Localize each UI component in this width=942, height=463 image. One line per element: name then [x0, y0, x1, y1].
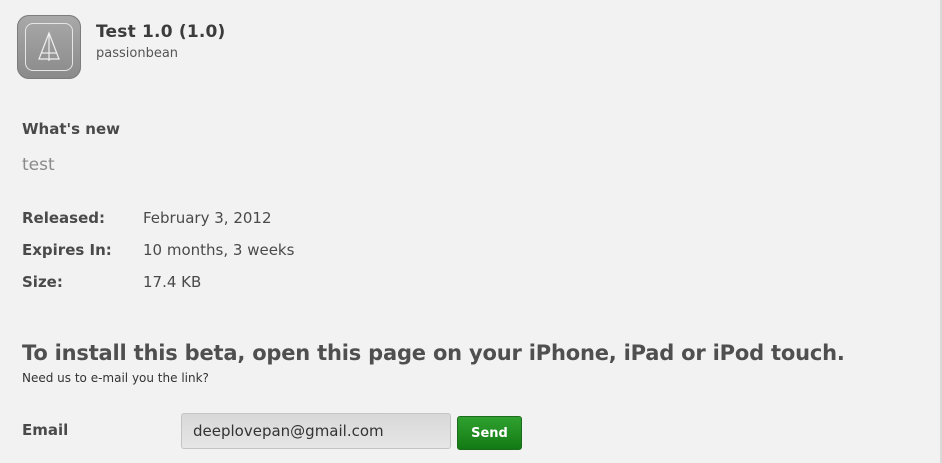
whats-new-text: test — [22, 155, 55, 175]
tent-icon — [38, 31, 60, 61]
released-value: February 3, 2012 — [143, 209, 272, 227]
email-field[interactable] — [181, 413, 451, 449]
email-link-prompt: Need us to e-mail you the link? — [22, 371, 209, 385]
expires-value: 10 months, 3 weeks — [143, 241, 295, 259]
released-label: Released: — [22, 209, 105, 227]
app-icon — [17, 15, 81, 79]
app-author: passionbean — [96, 46, 179, 61]
size-label: Size: — [22, 273, 63, 291]
beta-install-page: Test 1.0 (1.0) passionbean What's new te… — [0, 0, 942, 463]
install-heading: To install this beta, open this page on … — [22, 341, 845, 365]
send-button[interactable]: Send — [457, 416, 522, 450]
size-value: 17.4 KB — [143, 273, 202, 291]
email-label: Email — [22, 421, 69, 439]
whats-new-heading: What's new — [22, 120, 120, 138]
expires-label: Expires In: — [22, 241, 112, 259]
app-title: Test 1.0 (1.0) — [96, 22, 226, 42]
